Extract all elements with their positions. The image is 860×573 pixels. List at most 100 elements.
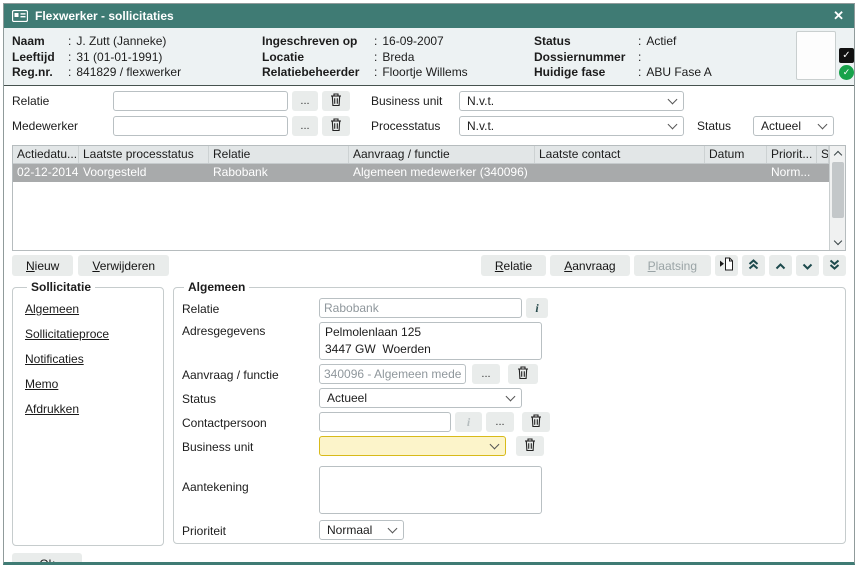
previous-record-button[interactable] (769, 255, 792, 276)
relatie-info-button[interactable]: i (526, 298, 548, 318)
close-icon[interactable]: ✕ (831, 8, 846, 24)
chevron-up-icon (775, 258, 786, 273)
form-row-relatie: Relatie i (182, 298, 837, 318)
first-record-button[interactable] (742, 255, 765, 276)
goto-document-button[interactable] (715, 255, 738, 276)
chevron-down-icon (818, 119, 828, 129)
algemeen-form-panel: Algemeen Relatie i Adresgegevens Pelmole… (173, 280, 846, 544)
chevron-down-icon (506, 391, 516, 401)
relatiebeheerder-value: Floortje Willems (382, 65, 467, 80)
aanvraag-clear-button[interactable] (508, 364, 538, 384)
detail-area: Sollicitatie Algemeen Sollicitatieproce … (4, 279, 854, 546)
business-unit-select[interactable] (319, 436, 506, 456)
business-unit-filter-select[interactable]: N.v.t. (459, 91, 684, 111)
filter-bar: Relatie ... Business unit N.v.t. Medewer… (4, 86, 854, 145)
col-s[interactable]: S (817, 146, 829, 163)
aanvraag-field[interactable] (319, 364, 466, 384)
info-icon: i (467, 415, 470, 430)
form-row-adresgegevens: Adresgegevens Pelmolenlaan 125 3447 GW W… (182, 322, 837, 360)
leeftijd-value: 31 (01-01-1991) (76, 50, 162, 65)
scrollbar-up-button[interactable] (830, 146, 845, 161)
relatie-filter-input[interactable] (113, 91, 288, 111)
processtatus-filter-label: Processtatus (371, 119, 459, 133)
medewerker-clear-button[interactable] (322, 116, 350, 136)
form-row-status: Status Actueel (182, 388, 837, 408)
trash-icon (517, 366, 529, 382)
info-locatie: Locatie:Breda (262, 50, 534, 65)
chevron-down-icon (490, 439, 500, 449)
col-datum[interactable]: Datum (705, 146, 767, 163)
relatie-button[interactable]: Relatie (481, 255, 546, 276)
form-row-contactpersoon: Contactpersoon i ... (182, 412, 837, 432)
aantekening-label: Aantekening (182, 466, 319, 494)
status-filter-select[interactable]: Actueel (753, 116, 834, 136)
col-laatste-processtatus[interactable]: Laatste processtatus (79, 146, 209, 163)
form-row-aantekening: Aantekening (182, 466, 837, 514)
processtatus-filter-select[interactable]: N.v.t. (459, 116, 684, 136)
sollicitaties-table: Actiedatu... Laatste processtatus Relati… (12, 145, 846, 251)
aantekening-field[interactable] (319, 466, 542, 514)
plaatsing-button[interactable]: Plaatsing (634, 255, 711, 276)
nav-item-notificaties[interactable]: Notificaties (25, 352, 159, 367)
ok-button[interactable]: Ok (12, 553, 82, 565)
col-relatie[interactable]: Relatie (209, 146, 349, 163)
info-col-1: Naam:J. Zutt (Janneke) Leeftijd:31 (01-0… (12, 33, 262, 81)
relatie-filter-label: Relatie (12, 94, 113, 108)
prioriteit-label: Prioriteit (182, 522, 319, 538)
nav-legend: Sollicitatie (27, 280, 95, 294)
status-select[interactable]: Actueel (319, 388, 522, 408)
table-header-row: Actiedatu... Laatste processtatus Relati… (13, 146, 829, 164)
contactpersoon-clear-button[interactable] (522, 412, 550, 432)
col-aanvraag-functie[interactable]: Aanvraag / functie (349, 146, 535, 163)
status-filter-label: Status (697, 119, 753, 133)
table-vertical-scrollbar[interactable] (829, 146, 845, 250)
relatie-clear-button[interactable] (322, 91, 350, 111)
col-actiedatum[interactable]: Actiedatu... (13, 146, 79, 163)
table-row-selected[interactable]: 02-12-2014 Voorgesteld Rabobank Algemeen… (13, 164, 829, 182)
next-record-button[interactable] (796, 255, 819, 276)
col-prioriteit[interactable]: Priorit... (767, 146, 817, 163)
nav-item-sollicitatieproces[interactable]: Sollicitatieproce (25, 327, 159, 342)
relatie-field[interactable] (319, 298, 522, 318)
trash-icon (330, 93, 342, 109)
col-laatste-contact[interactable]: Laatste contact (535, 146, 705, 163)
regnr-value: 841829 / flexwerker (76, 65, 181, 80)
medewerker-browse-button[interactable]: ... (292, 116, 318, 136)
chevron-down-icon (802, 258, 813, 273)
verwijderen-button[interactable]: Verwijderen (78, 255, 169, 276)
sollicitatie-nav-panel: Sollicitatie Algemeen Sollicitatieproce … (12, 280, 164, 546)
contactpersoon-info-button[interactable]: i (455, 412, 482, 432)
last-record-button[interactable] (823, 255, 846, 276)
business-unit-clear-button[interactable] (516, 436, 544, 456)
double-chevron-down-icon (829, 258, 840, 273)
contactpersoon-browse-button[interactable]: ... (486, 412, 514, 432)
nav-item-algemeen[interactable]: Algemeen (25, 302, 159, 317)
aanvraag-browse-button[interactable]: ... (472, 364, 500, 384)
info-status: Status:Actief (534, 34, 786, 49)
nieuw-button[interactable]: Nieuw (12, 255, 73, 276)
green-check-icon: ✓ (839, 65, 854, 80)
info-dossiernummer: Dossiernummer: (534, 50, 786, 65)
checkbox-checked-icon[interactable]: ✓ (839, 48, 854, 63)
medewerker-filter-input[interactable] (113, 116, 288, 136)
scrollbar-thumb[interactable] (832, 162, 844, 218)
toolbar: Nieuw Verwijderen Relatie Aanvraag Plaat… (4, 251, 854, 279)
relatie-browse-button[interactable]: ... (292, 91, 318, 111)
trash-icon (530, 414, 542, 430)
info-ingeschreven: Ingeschreven op:16-09-2007 (262, 34, 534, 49)
goto-document-icon (719, 257, 734, 274)
ingeschreven-value: 16-09-2007 (382, 34, 443, 49)
ellipsis-browse-icon: ... (495, 416, 504, 428)
aanvraag-label: Aanvraag / functie (182, 366, 319, 382)
status-label: Status (182, 390, 319, 406)
contactpersoon-field[interactable] (319, 412, 451, 432)
prioriteit-select[interactable]: Normaal (319, 520, 404, 540)
status-value: Actief (646, 34, 676, 49)
nav-item-afdrukken[interactable]: Afdrukken (25, 402, 159, 417)
aanvraag-button[interactable]: Aanvraag (550, 255, 629, 276)
chevron-down-icon (388, 523, 398, 533)
scrollbar-down-button[interactable] (830, 235, 845, 250)
nav-item-memo[interactable]: Memo (25, 377, 159, 392)
contact-card-icon (12, 10, 28, 22)
huidige-fase-value: ABU Fase A (646, 65, 711, 80)
